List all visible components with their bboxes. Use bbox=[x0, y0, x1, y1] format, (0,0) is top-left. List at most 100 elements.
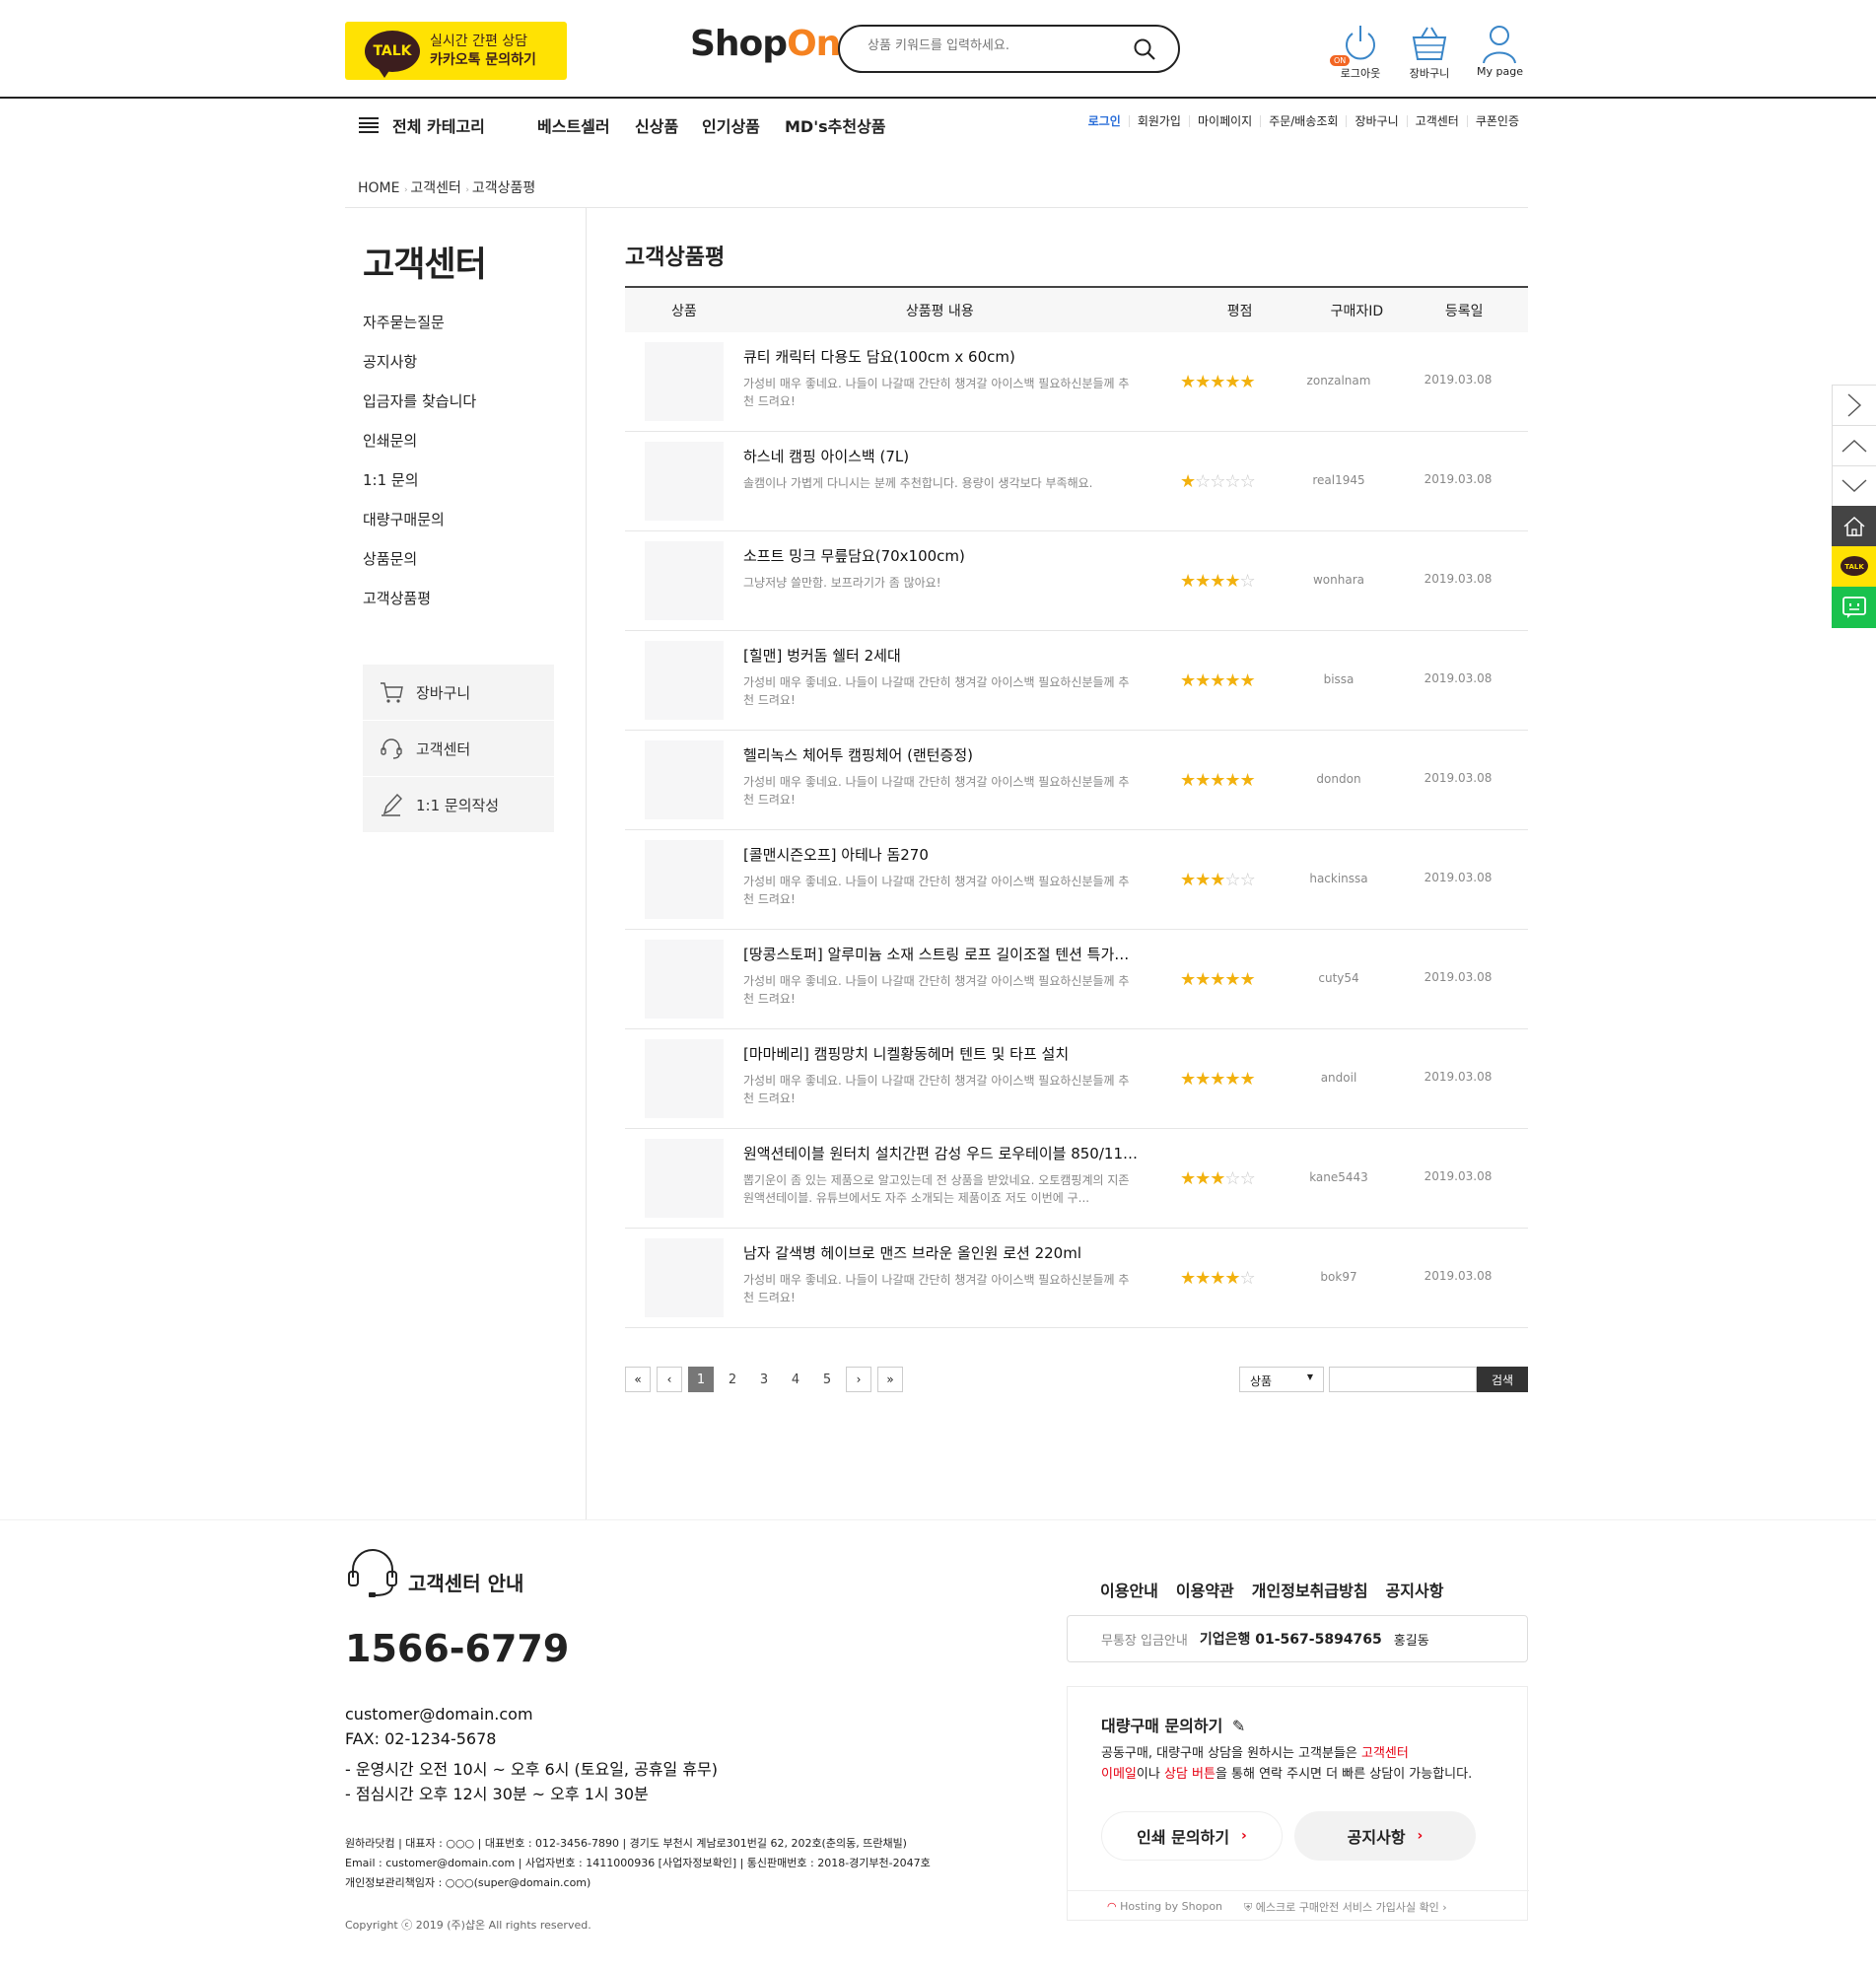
footer-link-guide[interactable]: 이용안내 bbox=[1100, 1578, 1158, 1601]
table-row[interactable]: [마마베리] 캠핑망치 니켈황동헤머 텐트 및 타프 설치 가성비 매우 좋네요.… bbox=[625, 1029, 1528, 1129]
product-name[interactable]: 남자 갈색병 헤이브로 맨즈 브라운 올인원 로션 220ml bbox=[743, 1242, 1138, 1263]
page-3[interactable]: 3 bbox=[751, 1367, 777, 1392]
product-name[interactable]: 큐티 캐릭터 다용도 담요(100cm x 60cm) bbox=[743, 346, 1138, 367]
table-row[interactable]: 큐티 캐릭터 다용도 담요(100cm x 60cm) 가성비 매우 좋네요. 나… bbox=[625, 332, 1528, 432]
util-login[interactable]: 로그인 bbox=[1080, 115, 1129, 127]
sidebar-item-reviews[interactable]: 고객상품평 bbox=[363, 588, 476, 627]
product-name[interactable]: 헬리녹스 체어투 캠핑체어 (랜턴증정) bbox=[743, 744, 1138, 765]
footer-link-terms[interactable]: 이용약관 bbox=[1176, 1578, 1234, 1601]
footer-link-notice[interactable]: 공지사항 bbox=[1386, 1578, 1444, 1601]
product-thumbnail[interactable] bbox=[645, 1238, 724, 1317]
product-name[interactable]: [힐맨] 벙커돔 쉘터 2세대 bbox=[743, 645, 1138, 666]
chat-bot-icon bbox=[1842, 597, 1866, 618]
col-rating: 평점 bbox=[1226, 303, 1253, 319]
rating-stars: ★★★★★ bbox=[1180, 1069, 1256, 1090]
sidebar-item-notice[interactable]: 공지사항 bbox=[363, 351, 476, 390]
last-page-button[interactable]: » bbox=[877, 1367, 903, 1392]
next-page-button[interactable]: › bbox=[846, 1367, 871, 1392]
quick-chat-button[interactable] bbox=[1832, 587, 1876, 628]
buyer-id: dondon bbox=[1316, 772, 1361, 786]
util-coupon[interactable]: 쿠폰인증 bbox=[1466, 115, 1527, 127]
util-mypage[interactable]: 마이페이지 bbox=[1188, 115, 1260, 127]
sidebar-item-product-qna[interactable]: 상품문의 bbox=[363, 548, 476, 588]
search-type-select[interactable]: 상품 ▼ bbox=[1239, 1367, 1324, 1392]
escrow-link[interactable]: ⛨ 에스크로 구매안전 서비스 가입사실 확인 › bbox=[1244, 1899, 1447, 1915]
product-thumbnail[interactable] bbox=[645, 541, 724, 620]
nav-popular[interactable]: 인기상품 bbox=[702, 113, 760, 137]
logout-button[interactable]: 로그아웃 bbox=[1339, 22, 1382, 81]
util-order[interactable]: 주문/배송조회 bbox=[1260, 115, 1346, 127]
kakao-consult-button[interactable]: TALK 실시간 간편 상담 카카오톡 문의하기 bbox=[345, 22, 567, 80]
util-cart[interactable]: 장바구니 bbox=[1346, 115, 1406, 127]
product-name[interactable]: [콜맨시즌오프] 아테나 돔270 bbox=[743, 844, 1138, 865]
table-row[interactable]: 하스네 캠핑 아이스백 (7L) 솔캠이나 가볍게 다니시는 분께 추천합니다. … bbox=[625, 432, 1528, 531]
table-row[interactable]: [콜맨시즌오프] 아테나 돔270 가성비 매우 좋네요. 나들이 나갈때 간단히… bbox=[625, 830, 1528, 930]
quick-kakao-button[interactable]: TALK bbox=[1832, 546, 1876, 588]
util-signup[interactable]: 회원가입 bbox=[1128, 115, 1189, 127]
product-name[interactable]: 하스네 캠핑 아이스백 (7L) bbox=[743, 446, 1138, 466]
nav-md-pick[interactable]: MD's추천상품 bbox=[785, 113, 886, 137]
review-search-input[interactable] bbox=[1329, 1367, 1477, 1392]
page-5[interactable]: 5 bbox=[814, 1367, 840, 1392]
footer-hours-operating: - 운영시간 오전 10시 ~ 오후 6시 (토요일, 공휴일 휴무) bbox=[345, 1760, 719, 1779]
product-thumbnail[interactable] bbox=[645, 740, 724, 819]
buyer-id: wonhara bbox=[1312, 573, 1364, 587]
page-1[interactable]: 1 bbox=[688, 1367, 714, 1392]
quick-toggle-button[interactable] bbox=[1832, 385, 1876, 426]
headset-icon bbox=[381, 739, 402, 759]
all-category-button[interactable]: 전체 카테고리 bbox=[359, 113, 485, 137]
product-thumbnail[interactable] bbox=[645, 342, 724, 421]
footer-link-privacy[interactable]: 개인정보취급방침 bbox=[1252, 1578, 1368, 1601]
table-row[interactable]: 헬리녹스 체어투 캠핑체어 (랜턴증정) 가성비 매우 좋네요. 나들이 나갈때 … bbox=[625, 731, 1528, 830]
scroll-down-button[interactable] bbox=[1832, 465, 1876, 507]
site-logo[interactable]: ShopOn bbox=[690, 24, 841, 64]
product-name[interactable]: [마마베리] 캠핑망치 니켈황동헤머 텐트 및 타프 설치 bbox=[743, 1043, 1138, 1064]
pagination: « ‹ 1 2 3 4 5 › » bbox=[625, 1367, 903, 1392]
breadcrumb-level1[interactable]: 고객센터 bbox=[410, 180, 461, 196]
product-name[interactable]: 소프트 밍크 무릎담요(70x100cm) bbox=[743, 545, 1138, 566]
sidebar-item-depositor[interactable]: 입금자를 찾습니다 bbox=[363, 390, 476, 430]
notice-button[interactable]: 공지사항 › bbox=[1294, 1811, 1476, 1861]
nav-bestseller[interactable]: 베스트셀러 bbox=[537, 113, 610, 137]
product-thumbnail[interactable] bbox=[645, 442, 724, 521]
product-thumbnail[interactable] bbox=[645, 1139, 724, 1218]
product-thumbnail[interactable] bbox=[645, 1039, 724, 1118]
sidebar-cart-link[interactable]: 장바구니 bbox=[363, 665, 554, 720]
chevron-down-icon bbox=[1841, 479, 1867, 492]
sidebar-cs-link[interactable]: 고객센터 bbox=[363, 721, 554, 776]
nav-new[interactable]: 신상품 bbox=[635, 113, 678, 137]
sidebar-item-print[interactable]: 인쇄문의 bbox=[363, 430, 476, 469]
product-thumbnail[interactable] bbox=[645, 840, 724, 919]
util-cs[interactable]: 고객센터 bbox=[1406, 115, 1467, 127]
print-inquiry-button[interactable]: 인쇄 문의하기 › bbox=[1101, 1811, 1283, 1861]
product-thumbnail[interactable] bbox=[645, 641, 724, 720]
breadcrumb-home[interactable]: HOME bbox=[358, 180, 399, 196]
quick-home-button[interactable] bbox=[1832, 506, 1876, 547]
footer-hours-lunch: - 점심시간 오후 12시 30분 ~ 오후 1시 30분 bbox=[345, 1785, 649, 1803]
breadcrumb-level2[interactable]: 고객상품평 bbox=[472, 180, 535, 196]
product-thumbnail[interactable] bbox=[645, 940, 724, 1019]
table-row[interactable]: 남자 갈색병 헤이브로 맨즈 브라운 올인원 로션 220ml 가성비 매우 좋네… bbox=[625, 1229, 1528, 1328]
wifi-icon: ◠ bbox=[1107, 1900, 1117, 1913]
table-row[interactable]: [힐맨] 벙커돔 쉘터 2세대 가성비 매우 좋네요. 나들이 나갈때 간단히 챙… bbox=[625, 631, 1528, 731]
first-page-button[interactable]: « bbox=[625, 1367, 651, 1392]
sidebar-item-bulk[interactable]: 대량구매문의 bbox=[363, 509, 476, 548]
product-name[interactable]: 원액션테이블 원터치 설치간편 감성 우드 로우테이블 850/110... bbox=[743, 1143, 1138, 1163]
scroll-up-button[interactable] bbox=[1832, 425, 1876, 466]
prev-page-button[interactable]: ‹ bbox=[657, 1367, 682, 1392]
sidebar-item-faq[interactable]: 자주묻는질문 bbox=[363, 312, 476, 351]
cart-button[interactable]: 장바구니 bbox=[1408, 22, 1451, 81]
table-row[interactable]: 원액션테이블 원터치 설치간편 감성 우드 로우테이블 850/110... 뽑기… bbox=[625, 1129, 1528, 1229]
sidebar-item-one-to-one[interactable]: 1:1 문의 bbox=[363, 469, 476, 509]
page-4[interactable]: 4 bbox=[783, 1367, 808, 1392]
product-name[interactable]: [땅콩스토퍼] 알루미늄 소재 스트링 로프 길이조절 텐션 특가할... bbox=[743, 944, 1138, 964]
bulk-title: 대량구매 문의하기 ✎ bbox=[1101, 1717, 1246, 1735]
search-input[interactable] bbox=[868, 38, 1124, 53]
table-row[interactable]: 소프트 밍크 무릎담요(70x100cm) 그냥저냥 쓸만함. 보프라기가 좀 많… bbox=[625, 531, 1528, 631]
mypage-button[interactable]: My page bbox=[1477, 22, 1523, 78]
page-2[interactable]: 2 bbox=[720, 1367, 745, 1392]
review-search-button[interactable]: 검색 bbox=[1477, 1367, 1528, 1392]
sidebar-inquiry-link[interactable]: 1:1 문의작성 bbox=[363, 777, 554, 832]
table-row[interactable]: [땅콩스토퍼] 알루미늄 소재 스트링 로프 길이조절 텐션 특가할... 가성비… bbox=[625, 930, 1528, 1029]
search-icon[interactable] bbox=[1133, 37, 1156, 61]
